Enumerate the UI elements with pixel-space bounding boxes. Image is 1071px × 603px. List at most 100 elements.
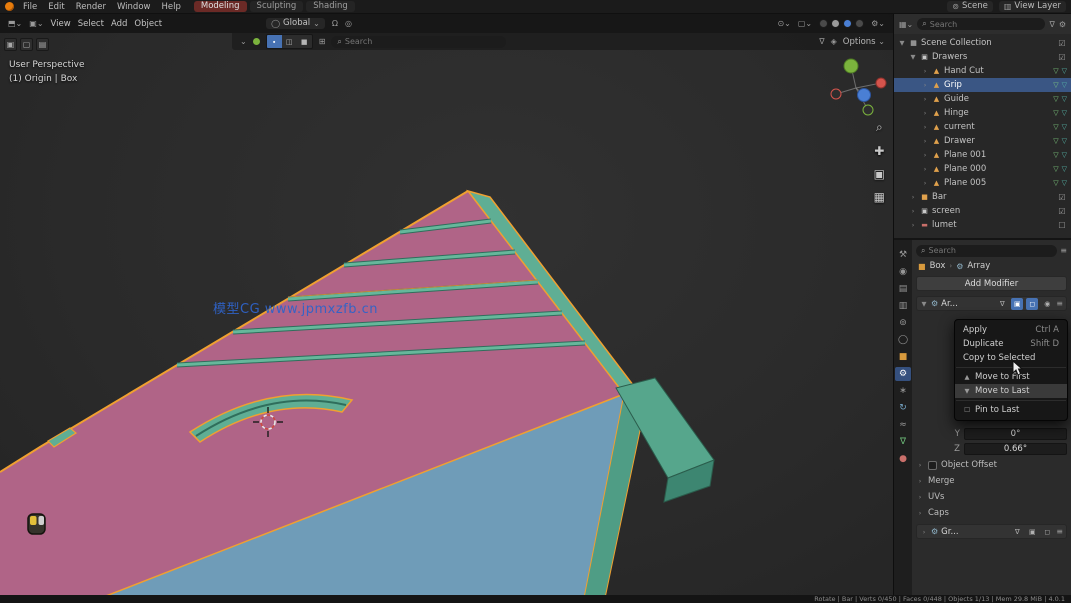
object-offset-row[interactable]: › Object Offset xyxy=(916,457,1067,473)
outliner-row-plane-001[interactable]: › ▲ Plane 001 ▽▽ xyxy=(894,148,1071,162)
outliner-row-hand-cut[interactable]: › ▲ Hand Cut ▽▽ xyxy=(894,64,1071,78)
view-layer-selector[interactable]: ▥ View Layer xyxy=(999,1,1066,12)
expand-icon[interactable]: › xyxy=(916,461,924,469)
modifier-icon[interactable]: ▽ xyxy=(1062,179,1067,187)
collapse-chevron-icon[interactable]: ⌄ xyxy=(240,37,247,46)
modifier-icon[interactable]: ▽ xyxy=(1062,95,1067,103)
section-merge[interactable]: › Merge xyxy=(916,473,1067,489)
modifier-icon[interactable]: ▽ xyxy=(1062,137,1067,145)
outliner-search-box[interactable]: ⌕ xyxy=(917,18,1045,30)
shading-solid-icon[interactable] xyxy=(831,19,840,28)
expand-icon[interactable]: › xyxy=(921,81,929,89)
offset-y-field[interactable]: 0° xyxy=(964,428,1067,440)
tab-physics-icon[interactable]: ↻ xyxy=(895,401,911,415)
breadcrumb-modifier[interactable]: Array xyxy=(967,261,990,271)
properties-search-box[interactable]: ⌕ xyxy=(916,245,1057,257)
menu-help[interactable]: Help xyxy=(159,2,182,12)
vp-menu-select[interactable]: Select xyxy=(78,19,104,29)
toggle-perspective-grid-icon[interactable]: ▦ xyxy=(874,190,885,204)
breadcrumb-object[interactable]: Box xyxy=(930,261,946,271)
collection-checkbox[interactable]: ☐ xyxy=(1057,221,1067,230)
tweak-tool-icon[interactable]: ▣ xyxy=(4,38,17,51)
mesh-data-icon[interactable]: ▽ xyxy=(1053,137,1058,145)
toggle-edit-mode-display-icon[interactable]: ∇ xyxy=(996,298,1008,310)
toggle-render-display-icon[interactable]: ◻ xyxy=(1041,526,1053,538)
modifier-icon[interactable]: ▽ xyxy=(1062,165,1067,173)
outliner-filter-icon[interactable]: ∇ xyxy=(1049,20,1054,29)
cursor-tool-icon[interactable]: ▤ xyxy=(36,38,49,51)
tab-material-icon[interactable]: ● xyxy=(895,452,911,466)
menu-item-move-to-first[interactable]: ▲ Move to First xyxy=(955,370,1067,384)
pan-hand-icon[interactable]: ✚ xyxy=(874,144,884,158)
modifier-icon[interactable]: ▽ xyxy=(1062,109,1067,117)
options-dropdown[interactable]: Options ⌄ xyxy=(843,37,885,47)
outliner-row-screen[interactable]: › ▣ screen ☑ xyxy=(894,204,1071,218)
expand-icon[interactable]: › xyxy=(909,221,917,229)
expand-icon[interactable]: › xyxy=(921,165,929,173)
mesh-data-icon[interactable]: ▽ xyxy=(1053,151,1058,159)
viewport-canvas[interactable] xyxy=(0,14,893,595)
add-modifier-button[interactable]: Add Modifier xyxy=(916,276,1067,291)
toggle-edit-mode-display-icon[interactable]: ∇ xyxy=(1011,526,1023,538)
overlays-icon[interactable]: ▢⌄ xyxy=(798,19,812,28)
tab-view-layer-icon[interactable]: ▥ xyxy=(895,299,911,313)
modifier-array-header[interactable]: ▼ ⚙ Ar... ∇ ▣ ◻ ◉ ≡ xyxy=(916,296,1067,311)
xray-toggle-icon[interactable]: ⊞ xyxy=(319,37,326,46)
modifier-icon[interactable]: ▽ xyxy=(1062,151,1067,159)
viewport-3d[interactable]: ⬒⌄ ▣⌄ View Select Add Object ◯ Global ⌄ … xyxy=(0,14,893,595)
menu-item-pin-to-last[interactable]: ☐ Pin to Last xyxy=(955,403,1067,417)
toggle-realtime-display-icon[interactable]: ▣ xyxy=(1011,298,1023,310)
vp-menu-add[interactable]: Add xyxy=(111,19,127,29)
tab-scene-icon[interactable]: ⊚ xyxy=(895,316,911,330)
toggle-realtime-display-icon[interactable]: ▣ xyxy=(1026,526,1038,538)
outliner-row-scene-collection[interactable]: ▼ ▦ Scene Collection ☑ xyxy=(894,36,1071,50)
filter-icon[interactable]: ∇ xyxy=(819,37,824,46)
collection-checkbox[interactable]: ☑ xyxy=(1057,193,1067,202)
menu-edit[interactable]: Edit xyxy=(46,2,66,12)
mode-dropdown-icon[interactable]: ▣⌄ xyxy=(29,19,43,28)
expand-icon[interactable]: › xyxy=(921,109,929,117)
section-uvs[interactable]: › UVs xyxy=(916,489,1067,505)
collection-checkbox[interactable]: ☑ xyxy=(1057,53,1067,62)
camera-view-icon[interactable]: ▣ xyxy=(874,167,885,181)
scene-selector[interactable]: ⊚ Scene xyxy=(947,1,993,12)
mesh-data-icon[interactable]: ▽ xyxy=(1053,123,1058,131)
outliner-search-input[interactable] xyxy=(930,20,1041,29)
modifier-icon[interactable]: ▽ xyxy=(1062,81,1067,89)
tab-world-icon[interactable]: ◯ xyxy=(895,333,911,347)
transform-orientation-dropdown[interactable]: ◯ Global ⌄ xyxy=(266,18,325,29)
workspace-tab-sculpting[interactable]: Sculpting xyxy=(250,1,304,12)
outliner-row-grip[interactable]: › ▲ Grip ▽▽ xyxy=(894,78,1071,92)
outliner-row-current[interactable]: › ▲ current ▽▽ xyxy=(894,120,1071,134)
outliner-options-icon[interactable]: ⚙ xyxy=(1059,20,1066,29)
section-caps[interactable]: › Caps xyxy=(916,505,1067,521)
tab-output-icon[interactable]: ▤ xyxy=(895,282,911,296)
modifier-extras-menu-icon[interactable]: ≡ xyxy=(1056,527,1063,536)
tool-search-box[interactable]: ⌕ xyxy=(331,36,506,48)
menu-render[interactable]: Render xyxy=(74,2,108,12)
outliner-row-guide[interactable]: › ▲ Guide ▽▽ xyxy=(894,92,1071,106)
tab-tool-icon[interactable]: ⚒ xyxy=(895,248,911,262)
vp-menu-view[interactable]: View xyxy=(51,19,71,29)
expand-icon[interactable]: › xyxy=(921,67,929,75)
modifier-icon[interactable]: ▽ xyxy=(1062,67,1067,75)
toggle-render-display-icon[interactable]: ◻ xyxy=(1026,298,1038,310)
tab-constraints-icon[interactable]: ≈ xyxy=(895,418,911,432)
mesh-data-icon[interactable]: ▽ xyxy=(1053,95,1058,103)
object-offset-checkbox[interactable] xyxy=(928,461,937,470)
mesh-data-icon[interactable]: ▽ xyxy=(1053,179,1058,187)
expand-icon[interactable]: › xyxy=(921,123,929,131)
nav-gizmo[interactable] xyxy=(831,59,886,115)
vp-menu-object[interactable]: Object xyxy=(134,19,162,29)
expand-icon[interactable]: › xyxy=(916,509,924,517)
outliner-display-mode-icon[interactable]: ▦⌄ xyxy=(899,20,913,29)
menu-item-duplicate[interactable]: Duplicate Shift D xyxy=(955,337,1067,351)
expand-icon[interactable]: › xyxy=(921,95,929,103)
tab-object-icon[interactable]: ■ xyxy=(895,350,911,364)
collection-checkbox[interactable]: ☑ xyxy=(1057,207,1067,216)
select-edge-icon[interactable]: ◫ xyxy=(282,35,297,48)
expand-icon[interactable]: ▼ xyxy=(898,39,906,47)
modifier-second-header[interactable]: › ⚙ Gr... ∇ ▣ ◻ ≡ xyxy=(916,524,1067,539)
tab-modifiers-icon[interactable]: ⚙ xyxy=(895,367,911,381)
collection-checkbox[interactable]: ☑ xyxy=(1057,39,1067,48)
